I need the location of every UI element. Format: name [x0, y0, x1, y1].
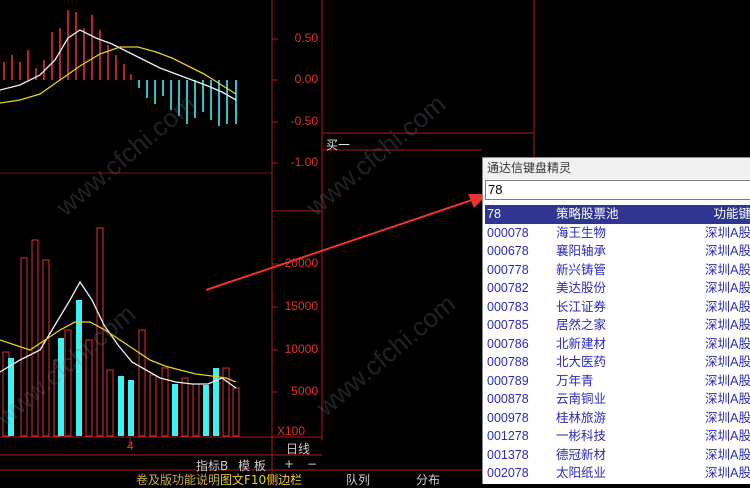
volume-axis-tick: 10000: [284, 342, 318, 356]
result-code: 001278: [487, 429, 529, 443]
result-row[interactable]: 000778 新兴铸管 深圳A股: [485, 261, 750, 280]
result-row[interactable]: 000785 居然之家 深圳A股: [485, 316, 750, 335]
macd-axis-tick: 0.00: [294, 72, 318, 86]
result-name: 策略股票池: [556, 206, 619, 221]
macd-axis-tick: 0.50: [294, 31, 318, 45]
result-market: 深圳A股: [704, 465, 750, 480]
result-market: 深圳A股: [704, 317, 750, 332]
result-market: 深圳A股: [704, 391, 750, 406]
result-code: 000978: [487, 410, 529, 425]
result-row[interactable]: 000786 北新建材 深圳A股: [485, 335, 750, 354]
result-name: 云南铜业: [556, 391, 607, 406]
volume-axis-tick: 20000: [284, 256, 318, 270]
result-code: 000786: [487, 336, 529, 351]
result-name: 一彬科技: [556, 428, 607, 443]
macd-histogram: [0, 10, 237, 126]
keyboard-wizard-results: 78 策略股票池 功能键 000078 海王生物 深圳A股 000678 襄阳轴承 深圳A股 00…: [485, 205, 750, 483]
result-market: 深圳A股: [704, 409, 750, 425]
result-market: 深圳A股: [704, 243, 750, 258]
volume-unit: X100: [277, 424, 306, 438]
result-name: 桂林旅游: [556, 409, 607, 425]
result-code: 002078: [487, 466, 529, 480]
keyboard-wizard-title[interactable]: 通达信键盘精灵: [483, 158, 750, 179]
result-name: 襄阳轴承: [556, 243, 607, 258]
result-name: 长江证券: [556, 298, 607, 314]
result-code: 000778: [487, 262, 529, 277]
result-market: 深圳A股: [704, 224, 750, 240]
result-row[interactable]: 000788 北大医药 深圳A股: [485, 353, 750, 372]
macd-axis-tick: -0.50: [290, 114, 318, 128]
result-row[interactable]: 000978 桂林旅游 深圳A股: [485, 409, 750, 428]
result-market: 深圳A股: [704, 446, 750, 462]
result-row[interactable]: 000078 海王生物 深圳A股: [485, 224, 750, 243]
result-code: 001378: [487, 447, 529, 462]
annotation-arrow: [205, 194, 488, 291]
x-axis-marker: 4: [127, 439, 134, 453]
result-row[interactable]: 000783 长江证券 深圳A股: [485, 298, 750, 317]
result-row[interactable]: 000678 襄阳轴承 深圳A股: [485, 242, 750, 261]
result-name: 万年青: [556, 372, 594, 388]
tab-distribution[interactable]: 分布: [416, 471, 440, 488]
result-market: 深圳A股: [704, 372, 750, 388]
result-row[interactable]: 000878 云南铜业 深圳A股: [485, 390, 750, 409]
result-market: 深圳A股: [704, 261, 750, 277]
result-row[interactable]: 000782 美达股份 深圳A股: [485, 279, 750, 298]
result-code: 000788: [487, 355, 529, 369]
keyboard-wizard-input[interactable]: 78: [485, 180, 750, 200]
result-code: 000783: [487, 299, 529, 314]
result-market: 深圳A股: [704, 428, 750, 443]
result-name: 美达股份: [556, 280, 607, 295]
result-market: 功能键: [713, 206, 750, 221]
tab-queue[interactable]: 队列: [346, 471, 370, 488]
result-name: 北大医药: [556, 354, 607, 369]
result-code: 000078: [487, 225, 529, 240]
result-name: 太阳纸业: [556, 465, 607, 480]
result-code: 000785: [487, 318, 529, 332]
volume-axis-tick: 5000: [291, 384, 318, 398]
ticker-highlight: 图文F10侧边栏: [220, 473, 303, 487]
result-row[interactable]: 002078 太阳纸业 深圳A股: [485, 464, 750, 483]
result-name: 居然之家: [556, 317, 607, 332]
result-name: 新兴铸管: [556, 261, 607, 277]
volume-axis-tick: 15000: [284, 299, 318, 313]
result-market: 深圳A股: [704, 298, 750, 314]
keyboard-wizard-popup[interactable]: 通达信键盘精灵 78 78 策略股票池 功能键 000078 海王生物 深圳A股 00067…: [482, 157, 750, 484]
zoom-in-button[interactable]: +: [284, 457, 294, 471]
macd-axis-tick: -1.00: [290, 155, 318, 169]
result-name: 德冠新材: [556, 446, 607, 462]
bid-one-label: 买一: [326, 138, 351, 152]
result-row[interactable]: 78 策略股票池 功能键: [485, 205, 750, 224]
result-code: 000878: [487, 392, 529, 406]
result-code: 000782: [487, 281, 529, 295]
ticker-text: 卷及版功能说明: [136, 473, 221, 487]
result-code: 000789: [487, 373, 529, 388]
result-name: 海王生物: [556, 224, 607, 240]
result-code: 78: [487, 207, 501, 221]
result-market: 深圳A股: [704, 354, 750, 369]
zoom-out-button[interactable]: −: [307, 457, 317, 471]
result-market: 深圳A股: [704, 335, 750, 351]
ticker-strip[interactable]: 卷及版功能说明图文F10侧边栏: [136, 471, 302, 488]
result-market: 深圳A股: [704, 280, 750, 295]
period-label[interactable]: 日线: [286, 440, 310, 457]
result-row[interactable]: 000789 万年青 深圳A股: [485, 372, 750, 391]
result-row[interactable]: 001378 德冠新材 深圳A股: [485, 446, 750, 465]
result-code: 000678: [487, 244, 529, 258]
result-row[interactable]: 001278 一彬科技 深圳A股: [485, 427, 750, 446]
result-name: 北新建材: [556, 335, 607, 351]
